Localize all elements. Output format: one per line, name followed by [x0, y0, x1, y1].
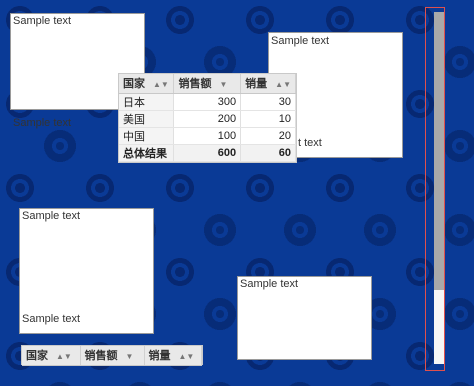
row-sales: 300 [173, 93, 242, 111]
panel-2-top-text: Sample text [271, 35, 330, 47]
sort-icon[interactable]: ▲▼ [56, 352, 72, 361]
table-row: 中国 100 20 [119, 127, 296, 145]
row-country: 中国 [119, 127, 175, 145]
total-label: 总体结果 [119, 144, 175, 162]
pivot-bottom-grid: 国家 ▲▼ 销售额 ▼ 销量 ▲▼ [22, 346, 202, 366]
column-header-qty[interactable]: 销量 ▲▼ [240, 74, 296, 94]
column-header-country[interactable]: 国家 ▲▼ [22, 346, 81, 366]
column-header-country[interactable]: 国家 ▲▼ [119, 74, 175, 94]
row-qty: 10 [240, 110, 296, 128]
panel-4-top-text: Sample text [240, 278, 299, 290]
panel-1-top-text: Sample text [13, 15, 72, 27]
total-qty: 60 [240, 144, 296, 162]
sort-icon[interactable]: ▲▼ [153, 80, 169, 89]
pivot-table[interactable]: 国家 ▲▼ 销售额 ▼ 销量 ▲▼ 日本 300 30 美国 200 10 中国 10… [118, 73, 297, 163]
scrollbar-highlight-frame [425, 7, 445, 371]
table-row: 日本 300 30 [119, 93, 296, 111]
column-header-sales[interactable]: 销售额 ▼ [173, 74, 242, 94]
vertical-scrollbar[interactable] [434, 12, 444, 364]
panel-1-bottom-text: Sample text [13, 117, 72, 129]
row-sales: 200 [173, 110, 242, 128]
total-sales: 600 [173, 144, 242, 162]
row-qty: 30 [240, 93, 296, 111]
pivot-table-bottom[interactable]: 国家 ▲▼ 销售额 ▼ 销量 ▲▼ [21, 345, 203, 366]
panel-3-bottom-text: Sample text [22, 313, 81, 325]
panel-2-bottom-text: t text [298, 137, 322, 149]
total-row: 总体结果 600 60 [119, 144, 296, 162]
dropdown-arrow-icon[interactable]: ▼ [219, 80, 227, 89]
row-qty: 20 [240, 127, 296, 145]
dropdown-arrow-icon[interactable]: ▼ [126, 352, 134, 361]
column-header-sales[interactable]: 销售额 ▼ [80, 346, 145, 366]
scrollbar-thumb[interactable] [434, 12, 444, 290]
column-header-qty[interactable]: 销量 ▲▼ [144, 346, 202, 366]
row-country: 日本 [119, 93, 175, 111]
row-country: 美国 [119, 110, 175, 128]
row-sales: 100 [173, 127, 242, 145]
text-panel-4[interactable]: Sample text [237, 276, 372, 360]
pivot-table-grid: 国家 ▲▼ 销售额 ▼ 销量 ▲▼ 日本 300 30 美国 200 10 中国 10… [119, 74, 296, 162]
sort-icon[interactable]: ▲▼ [275, 80, 291, 89]
sort-icon[interactable]: ▲▼ [179, 352, 195, 361]
table-row: 美国 200 10 [119, 110, 296, 128]
panel-3-top-text: Sample text [22, 210, 81, 222]
text-panel-3[interactable]: Sample text Sample text [19, 208, 154, 334]
